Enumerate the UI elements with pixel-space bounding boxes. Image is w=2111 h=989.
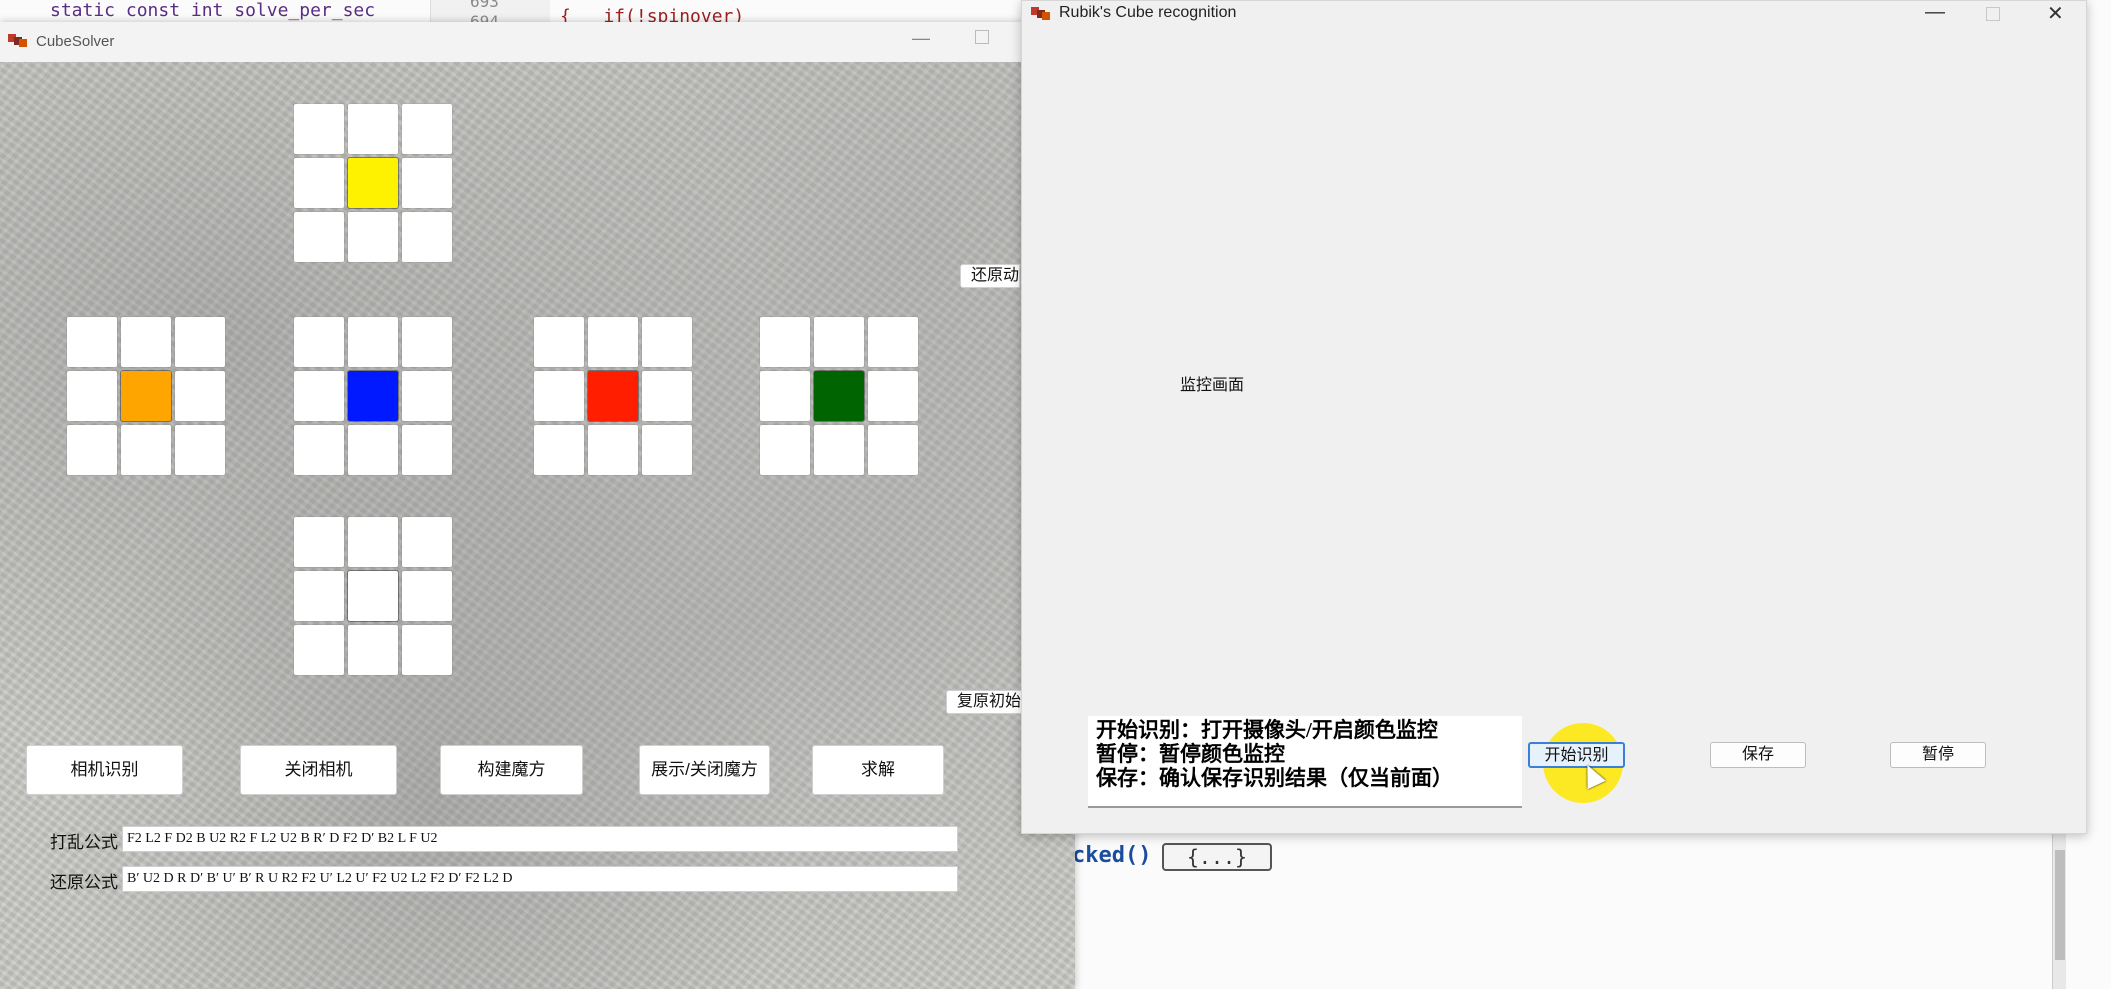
solve-button[interactable]: 求解 xyxy=(812,745,944,795)
close-button[interactable]: ✕ xyxy=(2047,1,2064,26)
instruction-start: 开始识别：打开摄像头/开启颜色监控 xyxy=(1096,718,1438,742)
pause-button[interactable]: 暂停 xyxy=(1890,742,1986,768)
scramble-label: 打乱公式 xyxy=(50,833,118,852)
cubesolver-window: CubeSolver — 还原动 复原初始 相机识别 关闭相机 构建魔方 展示/… xyxy=(0,22,1075,989)
cube-tile xyxy=(642,371,692,421)
maximize-button[interactable] xyxy=(975,30,989,44)
window-title: CubeSolver xyxy=(36,33,115,50)
cube-tile xyxy=(294,158,344,208)
cube-tile xyxy=(402,212,452,262)
start-recognition-button[interactable]: 开始识别 xyxy=(1528,742,1625,768)
cube-tile xyxy=(67,425,117,475)
cube-tile xyxy=(294,212,344,262)
monitor-view-label: 监控画面 xyxy=(1180,377,1245,394)
editor-code-function: cked() xyxy=(1072,843,1152,868)
cube-tile xyxy=(534,425,584,475)
cube-tile xyxy=(814,317,864,367)
cube-tile xyxy=(294,571,344,621)
editor-scrollbar[interactable] xyxy=(2052,830,2066,989)
editor-code-line: cked() xyxy=(1072,843,1151,868)
cube-center-tile xyxy=(348,158,398,208)
cube-tile xyxy=(402,571,452,621)
cube-center-tile xyxy=(348,571,398,621)
cube-tile xyxy=(294,517,344,567)
collapsed-code-block[interactable]: {...} xyxy=(1162,843,1272,871)
save-button[interactable]: 保存 xyxy=(1710,742,1806,768)
maximize-button[interactable] xyxy=(1986,7,2000,21)
cube-tile xyxy=(402,517,452,567)
restore-label: 还原公式 xyxy=(50,873,118,892)
recognition-window: Rubik's Cube recognition — ✕ 监控画面 开始识别：打… xyxy=(1021,0,2087,834)
instruction-save: 保存：确认保存识别结果（仅当前面） xyxy=(1096,766,1453,790)
editor-line-number: 693 xyxy=(470,0,499,11)
cube-tile xyxy=(121,317,171,367)
editor-scrollbar-thumb[interactable] xyxy=(2055,850,2065,960)
restore-formula-field[interactable]: B′ U2 D R D′ B′ U′ B′ R U R2 F2 U′ L2 U′… xyxy=(122,866,958,892)
instruction-pause: 暂停：暂停颜色监控 xyxy=(1096,742,1285,766)
cube-face-right xyxy=(534,317,692,475)
cube-face-up xyxy=(294,104,452,262)
window-title: Rubik's Cube recognition xyxy=(1059,4,1237,21)
cube-tile xyxy=(294,625,344,675)
cube-tile xyxy=(175,371,225,421)
cube-tile xyxy=(642,425,692,475)
editor-top-code-left: static const int solve_per_sec xyxy=(50,0,376,21)
cube-tile xyxy=(402,425,452,475)
cube-tile xyxy=(760,425,810,475)
cube-tile xyxy=(814,425,864,475)
cube-tile xyxy=(868,317,918,367)
cube-center-tile xyxy=(348,371,398,421)
cube-tile xyxy=(588,425,638,475)
app-icon xyxy=(8,34,28,48)
cube-tile xyxy=(588,317,638,367)
cube-tile xyxy=(121,425,171,475)
cube-tile xyxy=(760,371,810,421)
cube-tile xyxy=(294,317,344,367)
cube-center-tile xyxy=(588,371,638,421)
cube-face-left xyxy=(67,317,225,475)
cube-tile xyxy=(294,371,344,421)
cube-tile xyxy=(348,317,398,367)
cube-tile xyxy=(175,317,225,367)
close-camera-button[interactable]: 关闭相机 xyxy=(240,745,397,795)
cube-tile xyxy=(402,371,452,421)
cube-tile xyxy=(402,317,452,367)
cube-tile xyxy=(402,158,452,208)
cube-tile xyxy=(760,317,810,367)
build-cube-button[interactable]: 构建魔方 xyxy=(440,745,583,795)
cube-tile xyxy=(67,317,117,367)
cube-tile xyxy=(402,625,452,675)
cube-tile xyxy=(534,317,584,367)
cube-tile xyxy=(402,104,452,154)
minimize-button[interactable]: — xyxy=(912,28,930,49)
cubesolver-titlebar: CubeSolver — xyxy=(0,22,1075,62)
restore-animation-button[interactable]: 还原动 xyxy=(960,264,1020,288)
minimize-button[interactable]: — xyxy=(1925,1,1945,24)
cube-tile xyxy=(294,104,344,154)
cube-tile xyxy=(294,425,344,475)
cube-tile xyxy=(534,371,584,421)
cube-tile xyxy=(175,425,225,475)
cube-center-tile xyxy=(121,371,171,421)
app-icon xyxy=(1031,7,1051,21)
toggle-cube-button[interactable]: 展示/关闭魔方 xyxy=(639,745,770,795)
cube-tile xyxy=(642,317,692,367)
cube-center-tile xyxy=(814,371,864,421)
scramble-formula-field[interactable]: F2 L2 F D2 B U2 R2 F L2 U2 B R′ D F2 D′ … xyxy=(122,826,958,852)
cube-tile xyxy=(67,371,117,421)
instructions-box: 开始识别：打开摄像头/开启颜色监控 暂停：暂停颜色监控 保存：确认保存识别结果（… xyxy=(1088,716,1522,808)
cube-tile xyxy=(868,371,918,421)
cube-tile xyxy=(348,104,398,154)
cube-tile xyxy=(348,212,398,262)
cube-face-back xyxy=(760,317,918,475)
cube-tile xyxy=(868,425,918,475)
reset-initial-button[interactable]: 复原初始 xyxy=(946,690,1022,714)
cube-face-front xyxy=(294,317,452,475)
cube-tile xyxy=(348,625,398,675)
camera-recognize-button[interactable]: 相机识别 xyxy=(26,745,183,795)
cube-tile xyxy=(348,517,398,567)
cube-face-down xyxy=(294,517,452,675)
cube-tile xyxy=(348,425,398,475)
